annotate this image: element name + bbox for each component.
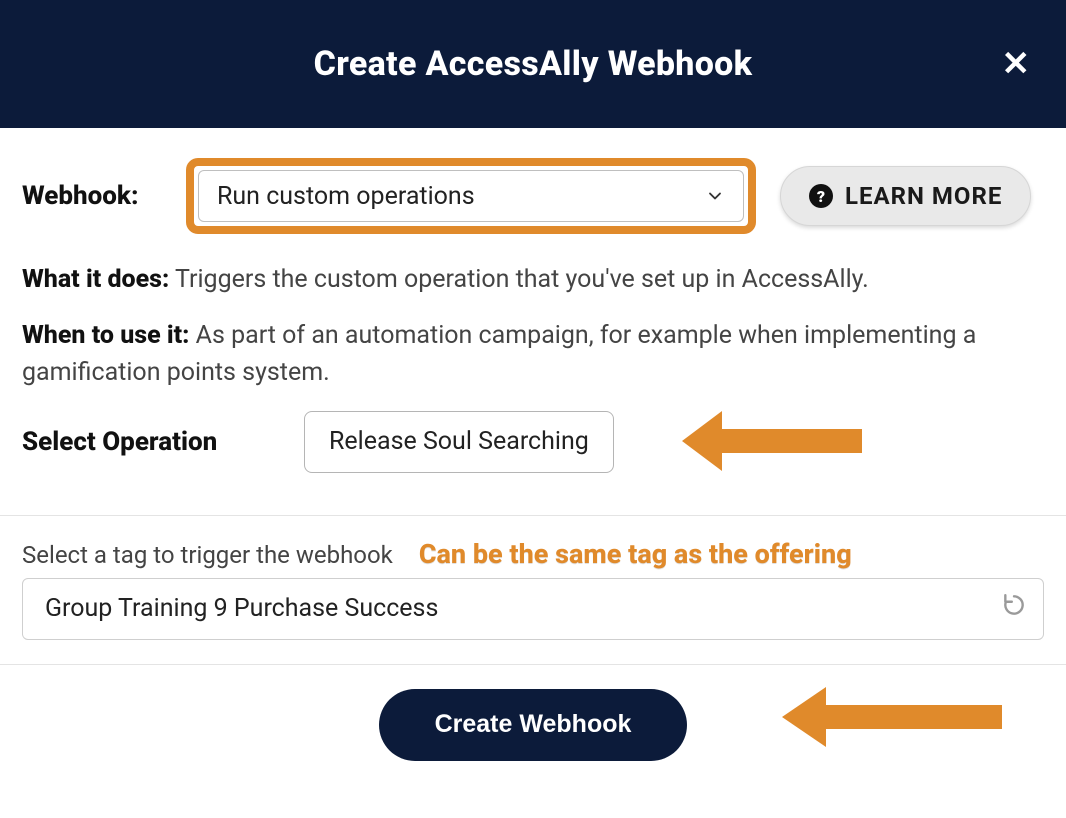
modal-footer: Create Webhook xyxy=(22,665,1044,769)
tag-label: Select a tag to trigger the webhook xyxy=(22,541,393,569)
modal-title: Create AccessAlly Webhook xyxy=(314,44,753,84)
tag-select[interactable]: Group Training 9 Purchase Success xyxy=(22,578,1044,640)
operation-select[interactable]: Release Soul Searching xyxy=(304,411,614,473)
when-to-use: When to use it: As part of an automation… xyxy=(22,318,1044,391)
learn-more-button[interactable]: ? LEARN MORE xyxy=(780,166,1031,226)
webhook-label: Webhook: xyxy=(22,181,172,211)
operation-row: Select Operation Release Soul Searching xyxy=(22,411,1044,473)
webhook-select[interactable]: Run custom operations xyxy=(198,170,744,222)
operation-select-value: Release Soul Searching xyxy=(329,427,589,456)
create-webhook-button[interactable]: Create Webhook xyxy=(379,689,688,761)
webhook-select-value: Run custom operations xyxy=(217,182,475,211)
tag-annotation: Can be the same tag as the offering xyxy=(419,538,852,570)
tag-select-value: Group Training 9 Purchase Success xyxy=(45,594,438,623)
refresh-icon[interactable] xyxy=(1001,592,1027,625)
help-icon: ? xyxy=(809,184,833,208)
annotation-arrow-icon xyxy=(782,681,1002,753)
select-operation-label: Select Operation xyxy=(22,427,282,457)
annotation-arrow-icon xyxy=(682,401,862,481)
modal-body: Webhook: Run custom operations ? LEARN M… xyxy=(0,128,1066,789)
what-text: Triggers the custom operation that you'v… xyxy=(175,265,869,294)
learn-more-label: LEARN MORE xyxy=(845,182,1002,210)
close-icon[interactable]: ✕ xyxy=(1002,47,1031,81)
create-webhook-modal: Create AccessAlly Webhook ✕ Webhook: Run… xyxy=(0,0,1066,789)
modal-header: Create AccessAlly Webhook ✕ xyxy=(0,0,1066,128)
tag-row: Select a tag to trigger the webhook Can … xyxy=(22,516,1044,578)
webhook-row: Webhook: Run custom operations ? LEARN M… xyxy=(22,158,1044,234)
webhook-select-highlight: Run custom operations xyxy=(186,158,756,234)
when-label: When to use it: xyxy=(22,321,189,350)
what-label: What it does: xyxy=(22,265,169,294)
chevron-down-icon xyxy=(705,186,725,206)
what-it-does: What it does: Triggers the custom operat… xyxy=(22,262,1044,298)
